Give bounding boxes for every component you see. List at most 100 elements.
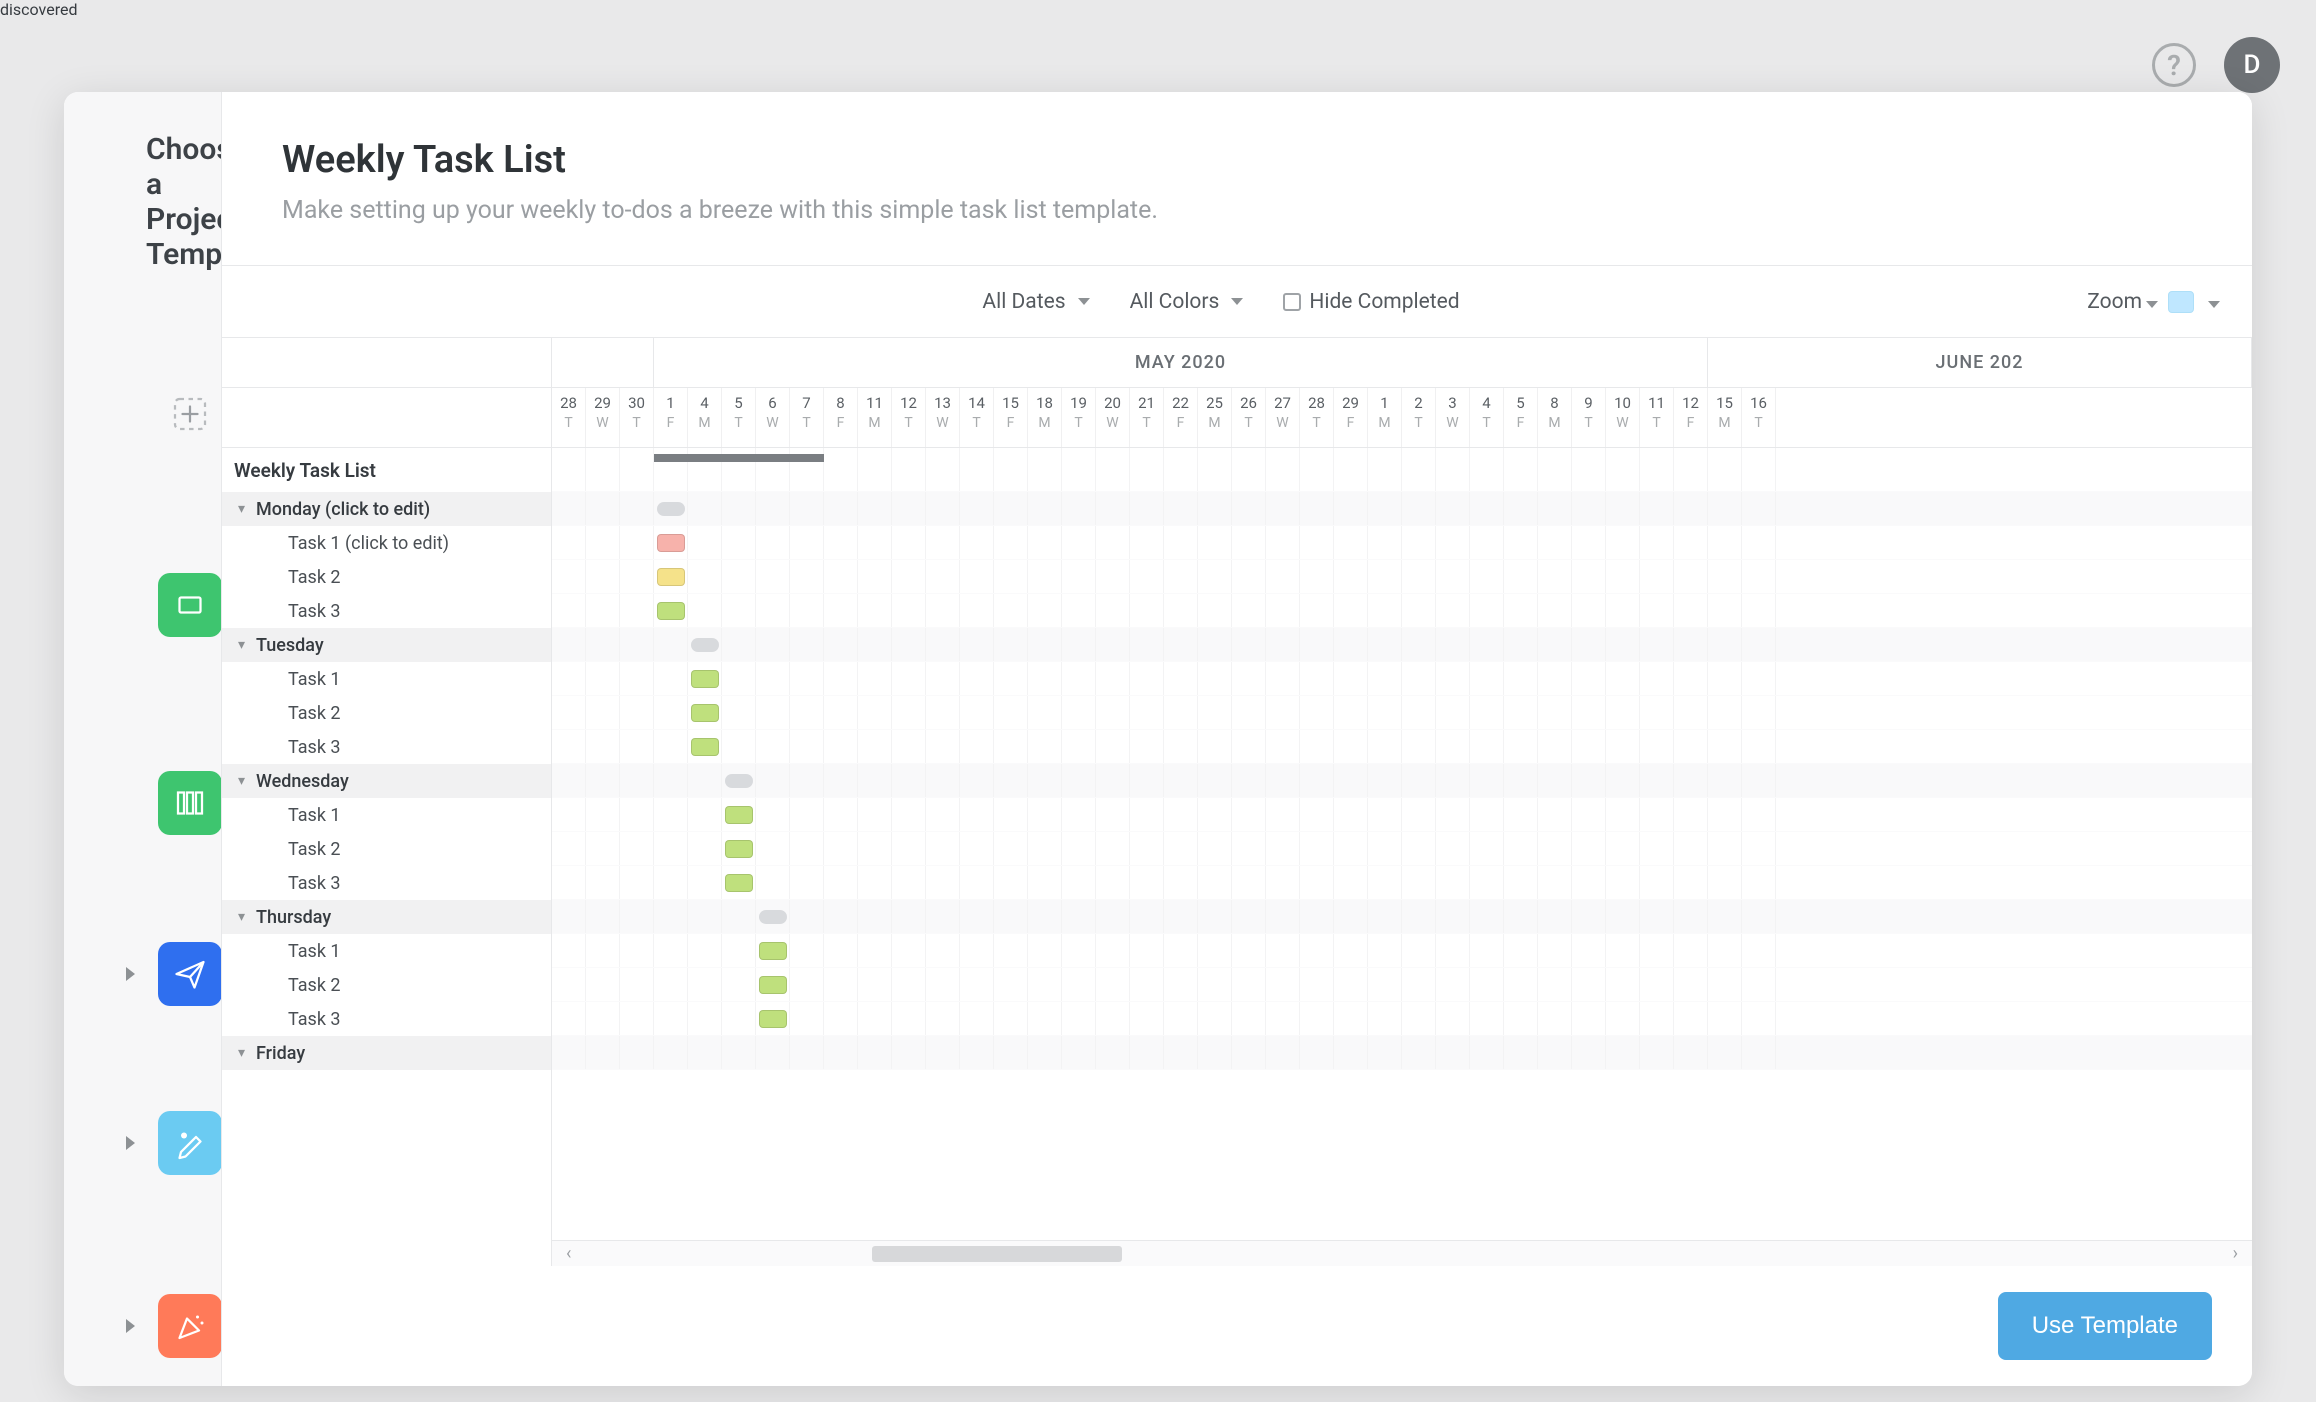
gantt-bar[interactable] (657, 568, 685, 586)
template-category-marketing[interactable]: MarketingStrategize marketing projects (64, 910, 221, 1038)
avatar[interactable]: D (2224, 37, 2280, 93)
paper-plane-icon (158, 942, 222, 1006)
gantt-task-label[interactable]: Task 1 (222, 934, 551, 968)
template-list: Blank ProjectBuild a new project from sc… (64, 312, 221, 1386)
gantt-chart: Weekly Task ListMonday (click to edit)Ta… (222, 338, 2252, 1266)
chevron-right-icon (126, 967, 135, 981)
template-preview: Weekly Task List Make setting up your we… (222, 92, 2252, 1386)
date-cell: 16T (1742, 388, 1776, 447)
gantt-bar[interactable] (759, 976, 787, 994)
filter-colors[interactable]: All Colors (1130, 290, 1244, 314)
date-cell: 4T (1470, 388, 1504, 447)
gantt-task-label[interactable]: Task 3 (222, 730, 551, 764)
gantt-task-label[interactable]: Task 1 (click to edit) (222, 526, 551, 560)
zoom-control[interactable]: Zoom (2087, 290, 2220, 314)
gantt-bar[interactable] (691, 704, 719, 722)
template-category-event-planning[interactable]: Event PlanningTrack event details & to-d… (64, 1247, 221, 1386)
date-cell: 15M (1708, 388, 1742, 447)
gantt-task-label[interactable]: Task 2 (222, 560, 551, 594)
template-picker-modal: Choose a Project Template Blank ProjectB… (64, 92, 2252, 1386)
gantt-bar[interactable] (691, 638, 719, 652)
date-cell: 8M (1538, 388, 1572, 447)
date-cell: 13W (926, 388, 960, 447)
gantt-task-label[interactable]: Task 1 (222, 662, 551, 696)
sidebar-title: Choose a Project Template (64, 132, 221, 312)
help-button[interactable]: ? (2152, 43, 2196, 87)
month-label: JUNE 202 (1708, 338, 2252, 387)
filter-dates[interactable]: All Dates (982, 290, 1089, 314)
gantt-bar[interactable] (725, 806, 753, 824)
date-cell: 29F (1334, 388, 1368, 447)
date-cell: 1F (654, 388, 688, 447)
template-category-basic-project[interactable]: Basic ProjectSave time on plan setup (64, 515, 221, 695)
chevron-right-icon (126, 1319, 135, 1333)
date-cell: 1M (1368, 388, 1402, 447)
plus-dashed-icon (158, 382, 222, 446)
gantt-bar[interactable] (759, 942, 787, 960)
gantt-bar[interactable] (691, 738, 719, 756)
template-category-blank-project[interactable]: Blank ProjectBuild a new project from sc… (64, 312, 221, 515)
date-cell: 7T (790, 388, 824, 447)
month-label (552, 338, 654, 387)
gantt-day-header[interactable]: Thursday (222, 900, 551, 934)
date-cell: 26T (1232, 388, 1266, 447)
checkbox-icon (1283, 293, 1301, 311)
date-cell: 4M (688, 388, 722, 447)
gantt-bar[interactable] (759, 910, 787, 924)
date-cell: 2T (1402, 388, 1436, 447)
date-cell: 25M (1198, 388, 1232, 447)
date-cell: 20W (1096, 388, 1130, 447)
gantt-day-header[interactable]: Monday (click to edit) (222, 492, 551, 526)
gantt-day-header[interactable]: Tuesday (222, 628, 551, 662)
filter-bar: All Dates All Colors Hide Completed Zoom (222, 266, 2252, 338)
gantt-task-label[interactable]: Task 3 (222, 1002, 551, 1036)
date-cell: 10W (1606, 388, 1640, 447)
date-cell: 6W (756, 388, 790, 447)
gantt-task-label[interactable]: Task 2 (222, 832, 551, 866)
chevron-right-icon (126, 1136, 135, 1150)
gantt-task-label[interactable]: Task 1 (222, 798, 551, 832)
gantt-task-label[interactable]: Task 2 (222, 968, 551, 1002)
preview-header: Weekly Task List Make setting up your we… (222, 92, 2252, 245)
gantt-task-label[interactable]: Task 2 (222, 696, 551, 730)
date-cell: 30T (620, 388, 654, 447)
preview-footer: Use Template (222, 1266, 2252, 1386)
date-cell: 15F (994, 388, 1028, 447)
gantt-bar[interactable] (725, 874, 753, 892)
gantt-task-label[interactable]: Task 3 (222, 866, 551, 900)
template-category-get-started-with-teamgantt[interactable]: Get Started with TeamGanttTake an intera… (64, 695, 221, 910)
date-cell: 28T (1300, 388, 1334, 447)
gantt-bar[interactable] (657, 534, 685, 552)
date-cell: 9T (1572, 388, 1606, 447)
date-cell: 28T (552, 388, 586, 447)
gantt-timeline[interactable]: MAY 2020JUNE 202 28T29W30T1F4M5T6W7T8F11… (552, 338, 2252, 1266)
gantt-task-label[interactable]: Task 3 (222, 594, 551, 628)
gantt-bar[interactable] (759, 1010, 787, 1028)
gantt-bar[interactable] (725, 774, 753, 788)
template-category-design-creative[interactable]: Design & CreativeManage design, copy, & … (64, 1038, 221, 1247)
preview-title: Weekly Task List (282, 138, 2192, 182)
scroll-right-icon[interactable]: › (2229, 1243, 2242, 1264)
gantt-day-header[interactable]: Wednesday (222, 764, 551, 798)
gantt-progress-bar (654, 454, 824, 462)
date-cell: 22F (1164, 388, 1198, 447)
gantt-day-header[interactable]: Friday (222, 1036, 551, 1070)
gantt-bar[interactable] (657, 602, 685, 620)
date-cell: 27W (1266, 388, 1300, 447)
filter-hide-completed[interactable]: Hide Completed (1283, 290, 1459, 314)
use-template-button[interactable]: Use Template (1998, 1292, 2212, 1360)
zoom-color-swatch (2168, 291, 2194, 313)
rect-icon (158, 573, 222, 637)
month-header: MAY 2020JUNE 202 (552, 338, 2252, 388)
gantt-bar[interactable] (691, 670, 719, 688)
horizontal-scrollbar[interactable]: ‹ › (552, 1240, 2252, 1266)
gantt-bar[interactable] (657, 502, 685, 516)
date-header: 28T29W30T1F4M5T6W7T8F11M12T13W14T15F18M1… (552, 388, 2252, 448)
scroll-thumb[interactable] (872, 1246, 1122, 1262)
gantt-bar[interactable] (725, 840, 753, 858)
date-cell: 5T (722, 388, 756, 447)
date-cell: 29W (586, 388, 620, 447)
scroll-left-icon[interactable]: ‹ (562, 1243, 575, 1264)
pencil-icon (158, 1111, 222, 1175)
date-cell: 21T (1130, 388, 1164, 447)
